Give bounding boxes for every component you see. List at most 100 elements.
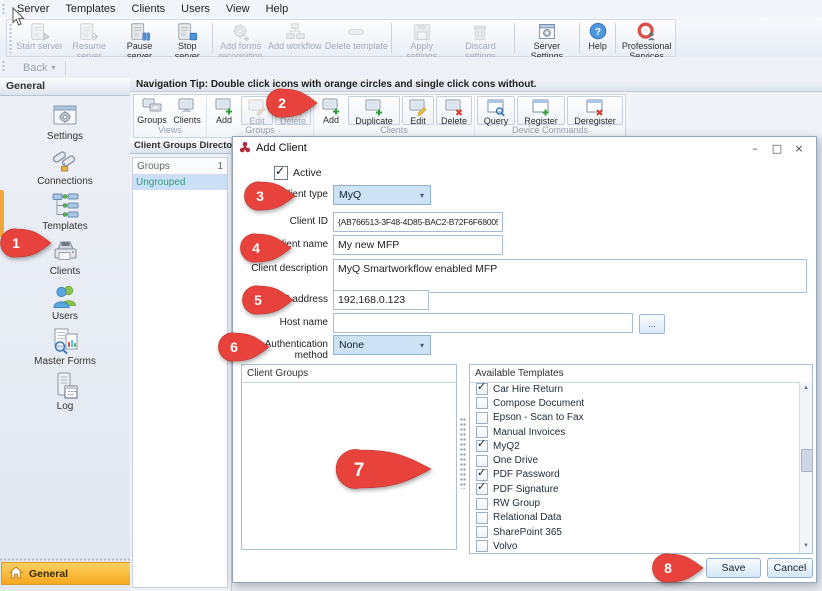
group-row-ungrouped[interactable]: Ungrouped [133, 175, 227, 190]
menu-view[interactable]: View [218, 2, 258, 16]
template-row[interactable]: One Drive [470, 453, 799, 467]
active-checkbox[interactable] [274, 166, 288, 180]
client-type-dropdown[interactable]: MyQ ▾ [333, 185, 431, 205]
query-button[interactable]: Query [477, 96, 515, 125]
group-edit-icon [247, 97, 267, 116]
apply-settings-button[interactable]: Apply settings [394, 20, 449, 56]
maximize-button[interactable]: □ [766, 142, 788, 155]
template-checkbox[interactable] [476, 397, 488, 409]
template-row[interactable]: Relational Data [470, 511, 799, 525]
template-checkbox[interactable] [476, 426, 488, 438]
template-row[interactable]: MyQ2 [470, 439, 799, 453]
apply-settings-icon [411, 21, 433, 42]
template-checkbox[interactable] [476, 483, 488, 495]
scroll-up-icon[interactable]: ▲ [800, 382, 812, 395]
sidebar-item-log[interactable]: Log [50, 370, 80, 415]
client-description-input[interactable]: MyQ Smartworkflow enabled MFP [333, 259, 807, 293]
delete-template-button[interactable]: Delete template [323, 20, 389, 56]
client-edit-button[interactable]: Edit [402, 96, 434, 125]
client-duplicate-button[interactable]: Duplicate [348, 96, 400, 125]
sidebar-item-settings[interactable]: Settings [47, 100, 83, 145]
scroll-down-icon[interactable]: ▼ [800, 540, 812, 553]
client-id-label: Client ID [233, 216, 328, 227]
template-checkbox[interactable] [476, 540, 488, 552]
sidebar-item-label: Settings [47, 131, 83, 142]
svg-text:4: 4 [252, 240, 260, 256]
groups-view-icon [142, 96, 162, 115]
menu-help[interactable]: Help [258, 2, 297, 16]
groups-view-button[interactable]: Groups [136, 96, 168, 125]
sidebar-item-connections[interactable]: Connections [37, 145, 93, 190]
save-button[interactable]: Save [706, 558, 761, 578]
template-row[interactable]: PDF Signature [470, 482, 799, 496]
start-server-icon [29, 21, 51, 42]
groups-column-header[interactable]: Groups 1 [133, 158, 227, 175]
host-name-input[interactable] [333, 313, 633, 333]
discard-settings-button[interactable]: Discard settings [449, 20, 511, 56]
dialog-title-bar[interactable]: Add Client – □ × [233, 137, 816, 159]
help-button[interactable]: ? Help [582, 20, 613, 56]
template-row[interactable]: Epson - Scan to Fax [470, 411, 799, 425]
template-row[interactable]: PDF Password [470, 468, 799, 482]
template-label: Epson - Scan to Fax [493, 412, 584, 423]
cancel-button[interactable]: Cancel [767, 558, 813, 578]
minimize-button[interactable]: – [744, 142, 766, 155]
template-row[interactable]: Volvo [470, 539, 799, 553]
client-id-input[interactable] [333, 212, 503, 232]
template-checkbox[interactable] [476, 455, 488, 467]
ribbon-group-views: Groups Clients Views [134, 95, 207, 137]
template-label: PDF Password [493, 469, 560, 480]
menu-users[interactable]: Users [173, 2, 218, 16]
template-checkbox[interactable] [476, 526, 488, 538]
client-delete-button[interactable]: Delete [436, 96, 472, 125]
professional-services-button[interactable]: Professional Services [618, 20, 675, 56]
stop-server-button[interactable]: Stop server [164, 20, 210, 56]
template-checkbox[interactable] [476, 383, 488, 395]
add-forms-recognition-button[interactable]: Add forms recognition [215, 20, 266, 56]
template-row[interactable]: RW Group [470, 496, 799, 510]
register-button[interactable]: Register [517, 96, 565, 125]
template-checkbox[interactable] [476, 498, 488, 510]
active-checkbox-row[interactable]: Active [274, 166, 322, 180]
template-label: Volvo [493, 541, 517, 552]
templates-scrollbar[interactable]: ▲ ▼ [799, 382, 812, 553]
scrollbar-thumb[interactable] [801, 449, 813, 472]
template-row[interactable]: Manual Invoices [470, 425, 799, 439]
client-name-input[interactable] [333, 235, 503, 255]
dialog-title: Add Client [256, 142, 307, 154]
sidebar-item-clients[interactable]: Clients [50, 235, 81, 280]
client-edit-icon [408, 97, 428, 116]
authentication-method-dropdown[interactable]: None ▾ [333, 335, 431, 355]
back-button[interactable]: Back ▾ [23, 62, 55, 74]
clients-view-button[interactable]: Clients [170, 96, 204, 125]
deregister-button[interactable]: Deregister [567, 96, 623, 125]
toolbar-separator [212, 23, 213, 53]
sidebar-item-master-forms[interactable]: Master Forms [34, 325, 96, 370]
toolbar-grip [9, 23, 12, 53]
template-row[interactable]: Car Hire Return [470, 382, 799, 396]
menu-clients[interactable]: Clients [124, 2, 174, 16]
template-checkbox[interactable] [476, 412, 488, 424]
template-row[interactable]: Compose Document [470, 396, 799, 410]
client-add-button[interactable]: Add [316, 96, 346, 125]
template-checkbox[interactable] [476, 440, 488, 452]
resume-server-button[interactable]: Resume server [63, 20, 114, 56]
annotation-1: 1 [0, 226, 52, 260]
close-button[interactable]: × [788, 142, 810, 155]
sidebar-item-users[interactable]: Users [50, 280, 80, 325]
templates-list: Car Hire Return Compose Document Epson -… [470, 382, 799, 553]
menu-templates[interactable]: Templates [57, 2, 123, 16]
ribbon-group-title: Clients [316, 125, 472, 136]
template-checkbox[interactable] [476, 512, 488, 524]
server-settings-button[interactable]: Server Settings [517, 20, 578, 56]
panel-splitter[interactable] [460, 417, 466, 489]
template-checkbox[interactable] [476, 469, 488, 481]
pause-server-button[interactable]: Pause server [115, 20, 165, 56]
sidebar-footer-general[interactable]: General [1, 562, 136, 585]
host-name-browse-button[interactable]: ... [639, 314, 665, 334]
template-row[interactable]: SharePoint 365 [470, 525, 799, 539]
chevron-down-icon: ▾ [414, 191, 430, 200]
group-add-button[interactable]: Add [209, 96, 239, 125]
add-workflow-button[interactable]: Add workflow [266, 20, 323, 56]
ip-address-input[interactable] [333, 290, 429, 310]
